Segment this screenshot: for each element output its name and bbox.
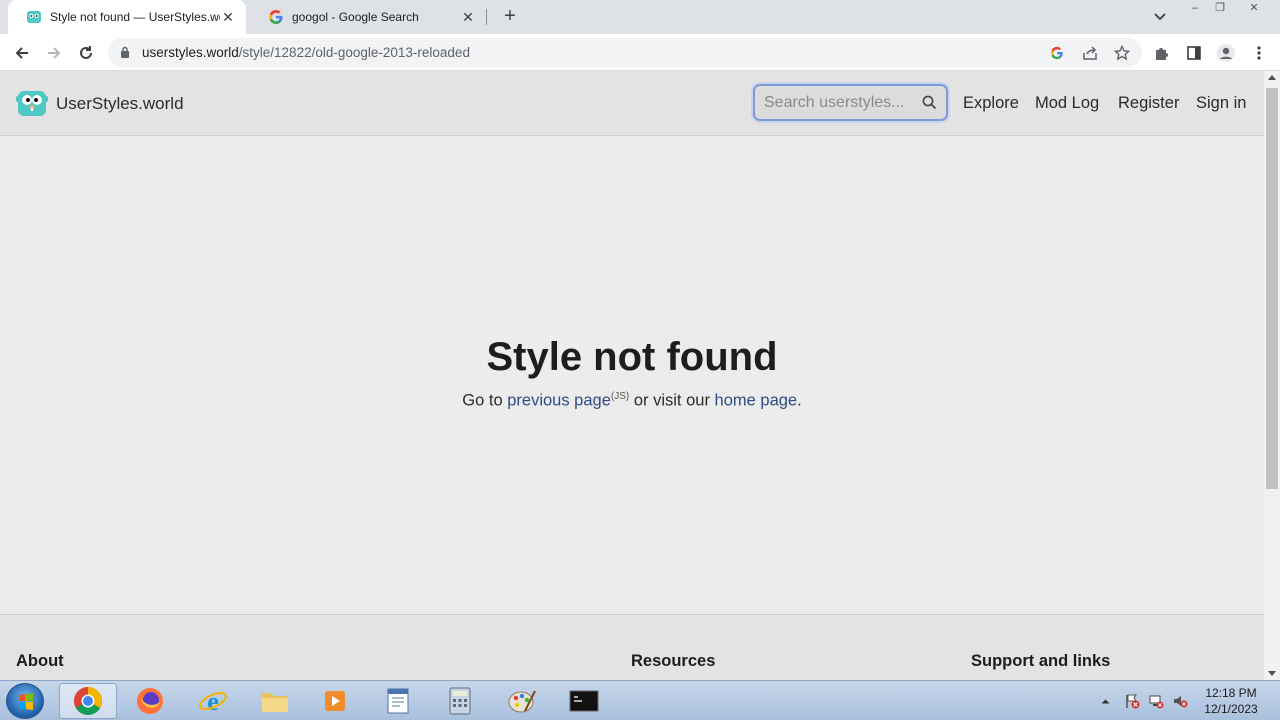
tab-title: googol - Google Search	[292, 10, 419, 24]
url-text[interactable]: userstyles.world/style/12822/old-google-…	[142, 45, 470, 60]
reload-icon	[80, 46, 92, 59]
forward-arrow-icon	[48, 47, 61, 59]
side-panel-icon[interactable]	[1184, 43, 1204, 63]
windows-logo-icon	[19, 693, 33, 710]
userstyles-logo-icon[interactable]	[16, 88, 48, 118]
taskbar-command-prompt[interactable]	[555, 683, 613, 719]
previous-page-link[interactable]: previous page	[507, 392, 611, 410]
network-icon[interactable]	[1146, 681, 1166, 720]
clock-date: 12/1/2023	[1204, 702, 1258, 716]
taskbar-internet-explorer[interactable]: e	[184, 683, 242, 719]
scroll-thumb[interactable]	[1266, 88, 1278, 489]
page-title: Style not found	[486, 335, 778, 379]
tab-close-icon[interactable]: ✕	[460, 9, 476, 26]
userstyles-favicon-icon	[27, 11, 41, 23]
taskbar-calculator[interactable]	[431, 683, 489, 719]
browser-toolbar: userstyles.world/style/12822/old-google-…	[0, 34, 1280, 71]
nav-mod-log[interactable]: Mod Log	[1035, 94, 1099, 113]
svg-text:e: e	[207, 687, 219, 716]
minimize-button[interactable]: –	[1184, 1, 1206, 17]
back-arrow-icon	[15, 47, 28, 59]
lock-icon[interactable]	[120, 46, 130, 59]
brand-name[interactable]: UserStyles.world	[56, 94, 184, 114]
tab-search-chevron-icon[interactable]	[1150, 8, 1170, 26]
paint-icon	[508, 690, 536, 713]
tab-separator	[486, 9, 487, 25]
tab-close-icon[interactable]: ✕	[220, 9, 236, 26]
tab-strip: Style not found — UserStyles.world ✕ goo…	[0, 0, 1280, 34]
google-lens-icon[interactable]	[1048, 44, 1066, 62]
text-go-to: Go to	[462, 391, 508, 410]
taskbar-wordpad[interactable]	[369, 683, 427, 719]
system-clock[interactable]: 12:18 PM 12/1/2023	[1196, 685, 1266, 717]
maximize-button[interactable]: ❐	[1209, 1, 1231, 17]
nav-explore[interactable]: Explore	[963, 94, 1019, 113]
url-path: /style/12822/old-google-2013-reloaded	[238, 45, 470, 60]
new-tab-button[interactable]: +	[498, 5, 522, 29]
search-box[interactable]	[753, 84, 948, 121]
scroll-down-arrow-icon[interactable]	[1268, 671, 1276, 676]
scroll-up-arrow-icon[interactable]	[1268, 75, 1276, 80]
profile-avatar-icon[interactable]	[1216, 43, 1236, 63]
footer-heading-support: Support and links	[971, 652, 1111, 670]
clock-time: 12:18 PM	[1205, 686, 1257, 700]
js-note: (JS)	[610, 391, 630, 402]
volume-muted-icon[interactable]	[1170, 681, 1190, 720]
start-button[interactable]	[6, 683, 44, 719]
wordpad-icon	[387, 688, 409, 714]
back-button[interactable]	[10, 41, 34, 65]
taskbar-paint[interactable]	[493, 683, 551, 719]
reload-button[interactable]	[74, 41, 98, 65]
folder-icon	[262, 693, 288, 712]
site-header: UserStyles.world Explore Mod Log Registe…	[0, 71, 1264, 136]
home-page-link[interactable]: home page	[715, 392, 798, 410]
taskbar-file-explorer[interactable]	[246, 683, 304, 719]
calculator-icon	[449, 687, 471, 715]
tray-show-hidden-icon[interactable]	[1098, 681, 1112, 720]
tab-style-not-found[interactable]: Style not found — UserStyles.world ✕	[8, 0, 246, 34]
text-or-visit: or visit our	[629, 391, 715, 410]
extensions-puzzle-icon[interactable]	[1152, 43, 1172, 63]
share-icon[interactable]	[1081, 44, 1099, 62]
bookmark-star-icon[interactable]	[1113, 44, 1131, 62]
url-host: userstyles.world	[142, 45, 239, 60]
forward-button[interactable]	[42, 41, 66, 65]
nav-sign-in[interactable]: Sign in	[1196, 94, 1246, 113]
close-window-button[interactable]: ✕	[1243, 1, 1265, 17]
tab-googol-search[interactable]: googol - Google Search ✕	[250, 0, 486, 34]
google-favicon-icon	[269, 10, 283, 24]
address-bar[interactable]: userstyles.world/style/12822/old-google-…	[108, 38, 1142, 67]
media-player-icon	[325, 691, 345, 711]
footer-heading-about: About	[16, 652, 64, 670]
windows-taskbar: e 12:18 PM 12/1/2023	[0, 680, 1280, 720]
search-input[interactable]	[764, 93, 916, 113]
page-scrollbar[interactable]	[1264, 71, 1280, 680]
tab-title: Style not found — UserStyles.world	[50, 10, 220, 24]
chrome-icon	[74, 687, 102, 715]
taskbar-media-player[interactable]	[306, 683, 364, 719]
taskbar-firefox[interactable]	[121, 683, 179, 719]
footer-heading-resources: Resources	[631, 652, 716, 670]
command-prompt-icon	[569, 690, 599, 712]
search-icon[interactable]	[922, 95, 937, 110]
action-center-flag-icon[interactable]	[1122, 681, 1142, 720]
site-footer: About Resources Support and links	[0, 614, 1264, 680]
internet-explorer-icon: e	[199, 687, 227, 716]
error-message: Go to previous page(JS) or visit our hom…	[0, 391, 1264, 411]
text-period: .	[797, 391, 802, 410]
firefox-icon	[137, 688, 163, 714]
nav-register[interactable]: Register	[1118, 94, 1179, 113]
taskbar-chrome[interactable]	[59, 683, 117, 719]
page-viewport: UserStyles.world Explore Mod Log Registe…	[0, 71, 1264, 680]
menu-kebab-icon[interactable]	[1249, 43, 1269, 63]
